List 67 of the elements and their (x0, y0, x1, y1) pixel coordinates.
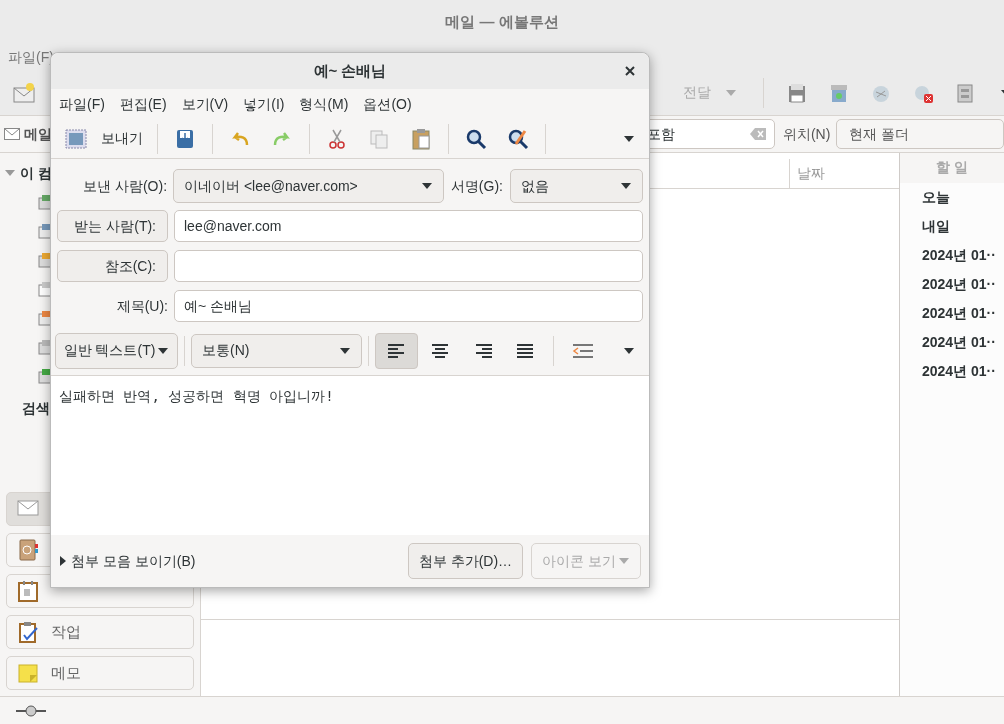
todo-item[interactable]: 2024년 01·· (900, 357, 1004, 386)
cc-field[interactable] (174, 250, 643, 282)
todo-item[interactable]: 오늘 (900, 183, 1004, 212)
calendar-icon (17, 580, 39, 602)
from-dropdown[interactable]: 이네이버 <lee@naver.com> (173, 169, 444, 203)
caret-icon[interactable] (623, 134, 635, 143)
todo-item[interactable]: 2024년 01·· (900, 270, 1004, 299)
field-label: 보낸 사람(O): (82, 176, 169, 196)
switcher-button[interactable]: 작업 (6, 615, 194, 649)
search-icon[interactable] (465, 127, 487, 150)
address-button[interactable]: 참조(C): (57, 250, 168, 282)
find-replace-icon[interactable] (507, 127, 529, 150)
clear-icon[interactable] (749, 128, 766, 140)
expander-right-icon (59, 555, 67, 567)
caret-icon (339, 346, 351, 355)
field-label: 서명(G): (449, 176, 504, 196)
indent-icon[interactable] (572, 342, 594, 359)
scope-label: 위치(N) (782, 124, 831, 144)
field-label: 제목(U): (115, 296, 169, 316)
menu-item[interactable]: 넣기(I) (243, 93, 285, 115)
search-folders-label[interactable]: 검색 (22, 398, 50, 419)
stamp-icon (65, 128, 87, 149)
paste-icon[interactable] (410, 127, 432, 150)
menu-item[interactable]: 보기(V) (181, 93, 229, 115)
to-field[interactable]: lee@naver.com (174, 210, 643, 242)
todo-header: 할 일 (900, 153, 1004, 183)
todo-item[interactable]: 내일 (900, 212, 1004, 241)
caret-icon (618, 557, 630, 565)
new-mail-icon[interactable] (12, 81, 36, 104)
memos-icon (17, 662, 39, 684)
caret-icon (157, 346, 170, 355)
envelope-icon (4, 128, 20, 140)
window-title: 메일 — 에볼루션 (445, 11, 559, 32)
save-icon[interactable] (174, 127, 196, 150)
switcher-button[interactable]: 메모 (6, 656, 194, 690)
view-label: 메일 (24, 124, 52, 144)
todo-item[interactable]: 2024년 01·· (900, 328, 1004, 357)
align-left-button[interactable] (375, 332, 418, 369)
connection-icon[interactable] (16, 704, 46, 717)
menu-item[interactable]: 편집(E) (119, 93, 167, 115)
todo-item[interactable]: 2024년 01·· (900, 241, 1004, 270)
subject-field[interactable]: 예~ 손배님 (174, 290, 643, 322)
folder-tree-root[interactable]: 이 컴 (20, 162, 52, 184)
attachment-bar-toggle[interactable]: 첨부 모음 보이기(B) (59, 550, 196, 572)
menu-item[interactable]: 옵션(O) (363, 93, 412, 115)
caret-icon (420, 182, 433, 190)
todo-item[interactable]: 2024년 01·· (900, 299, 1004, 328)
scope-dropdown[interactable]: 현재 폴더 (836, 119, 1004, 149)
format-dropdown[interactable]: 일반 텍스트(T) (55, 332, 178, 369)
dialog-title: 예~ 손배님 (313, 60, 387, 81)
close-icon[interactable] (625, 66, 635, 76)
address-button[interactable]: 받는 사람(T): (57, 210, 168, 242)
contacts-icon (17, 539, 39, 561)
message-body[interactable]: 실패하면 반역, 성공하면 혁명 아입니까! (51, 376, 649, 535)
add-attachment-button[interactable]: 첨부 추가(D)… (407, 543, 524, 579)
menu-item[interactable]: 파일(F) (59, 93, 105, 115)
caret-icon (620, 182, 632, 190)
caret-icon[interactable] (623, 346, 635, 355)
send-button[interactable]: 보내기 (57, 121, 151, 156)
scissors-icon[interactable] (326, 127, 348, 150)
menu-item[interactable]: 형식(M) (299, 93, 349, 115)
tasks-icon (17, 621, 39, 643)
print-icon[interactable] (786, 81, 808, 104)
expander-down-icon[interactable] (4, 168, 16, 178)
cabinet-icon[interactable] (954, 81, 976, 104)
signature-dropdown[interactable]: 없음 (509, 169, 643, 203)
paragraph-style-dropdown[interactable]: 보통(N) (191, 333, 362, 368)
